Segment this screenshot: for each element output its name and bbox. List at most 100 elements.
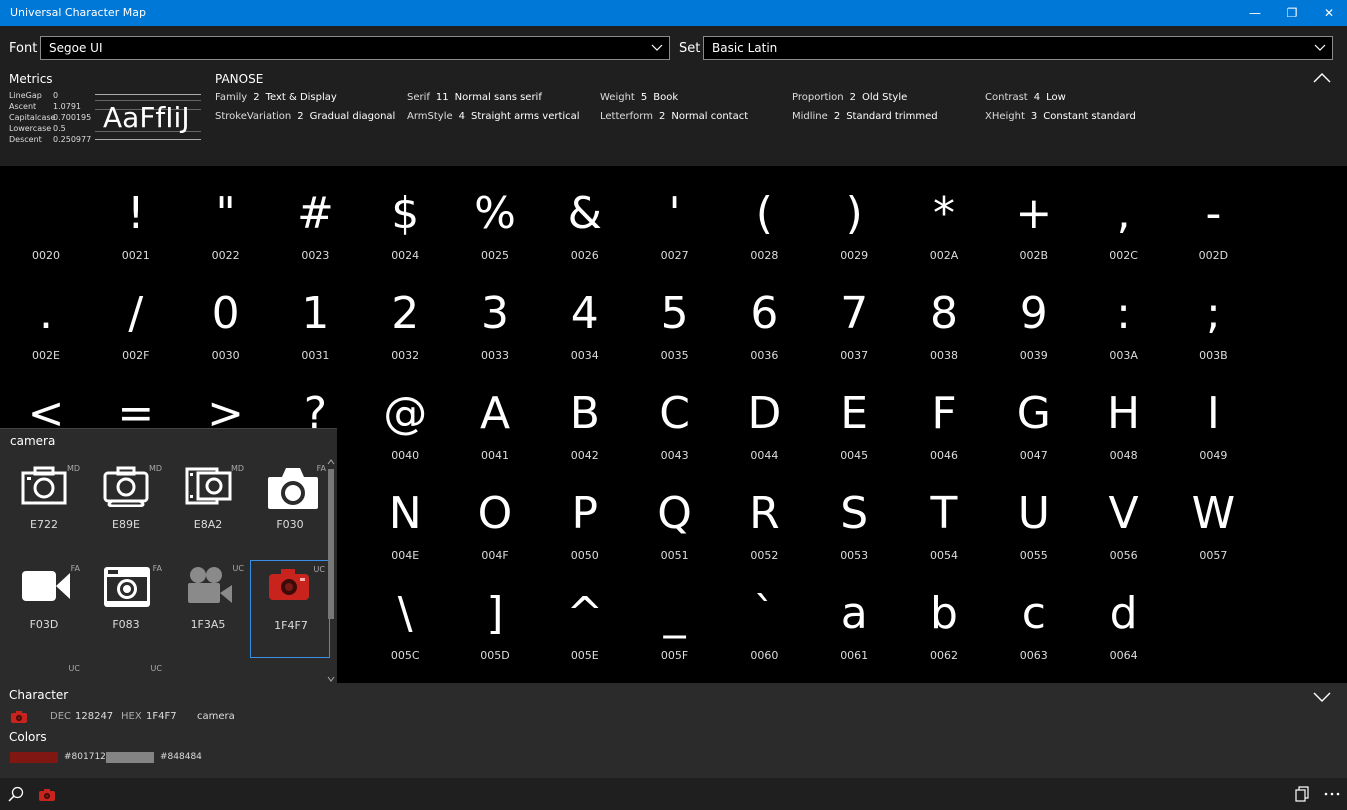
char-cell[interactable]: S 0053: [809, 466, 899, 566]
search-result[interactable]: MD E722: [4, 460, 84, 558]
char-cell[interactable]: - 002D: [1168, 166, 1258, 266]
char-glyph: c: [1021, 588, 1046, 639]
char-cell[interactable]: 3 0033: [450, 266, 540, 366]
char-cell[interactable]: G 0047: [989, 366, 1079, 466]
panose-item: Midline 2 Standard trimmed: [792, 111, 938, 122]
char-code: 0060: [750, 649, 779, 662]
result-source-tag: UC: [150, 664, 162, 673]
more-icon[interactable]: [1324, 792, 1340, 796]
font-dropdown[interactable]: Segoe UI: [40, 36, 670, 60]
char-cell[interactable]: D 0044: [719, 366, 809, 466]
char-cell[interactable]: T 0054: [899, 466, 989, 566]
char-cell[interactable]: E 0045: [809, 366, 899, 466]
scrollbar-thumb[interactable]: [328, 469, 334, 619]
char-cell[interactable]: % 0025: [450, 166, 540, 266]
search-result[interactable]: UC 1F3A5: [168, 560, 248, 658]
camera-emoji-icon[interactable]: [38, 788, 56, 802]
char-cell[interactable]: \ 005C: [360, 566, 450, 666]
search-result[interactable]: FA F03D: [4, 560, 84, 658]
search-result[interactable]: MD E89E: [86, 460, 166, 558]
char-cell[interactable]: ] 005D: [450, 566, 540, 666]
char-cell[interactable]: @0040: [360, 366, 450, 466]
color-hex: #801712: [64, 752, 106, 762]
char-cell[interactable]: W 0057: [1168, 466, 1258, 566]
char-cell[interactable]: ` 0060: [719, 566, 809, 666]
results-scrollbar[interactable]: [326, 459, 335, 684]
char-cell[interactable]: ) 0029: [809, 166, 899, 266]
char-glyph: $: [391, 188, 420, 239]
char-cell[interactable]: (0028: [719, 166, 809, 266]
copy-icon[interactable]: [1294, 786, 1310, 802]
search-result[interactable]: MD E8A2: [168, 460, 248, 558]
char-cell[interactable]: R 0052: [719, 466, 809, 566]
char-cell[interactable]: , 002C: [1079, 166, 1169, 266]
char-cell[interactable]: $0024: [360, 166, 450, 266]
char-glyph: -: [1205, 188, 1222, 239]
char-cell[interactable]: * 002A: [899, 166, 989, 266]
restore-button[interactable]: ❐: [1274, 0, 1310, 26]
char-glyph: 1: [301, 288, 330, 339]
char-cell[interactable]: O 004F: [450, 466, 540, 566]
color-swatch: [106, 752, 154, 763]
char-cell[interactable]: a 0061: [809, 566, 899, 666]
scroll-down-icon[interactable]: [327, 676, 335, 682]
result-source-tag: UC: [313, 565, 325, 574]
char-cell[interactable]: F 0046: [899, 366, 989, 466]
char-cell[interactable]: b 0062: [899, 566, 989, 666]
char-glyph: V: [1108, 488, 1139, 539]
char-cell[interactable]: : 003A: [1079, 266, 1169, 366]
char-cell[interactable]: 8 0038: [899, 266, 989, 366]
char-cell[interactable]: N 004E: [360, 466, 450, 566]
char-cell[interactable]: ^ 005E: [540, 566, 630, 666]
char-cell[interactable]: & 0026: [540, 166, 630, 266]
char-cell[interactable]: #0023: [270, 166, 360, 266]
char-cell[interactable]: 9 0039: [989, 266, 1079, 366]
char-cell[interactable]: 7 0037: [809, 266, 899, 366]
search-result[interactable]: UC 1F4F7: [250, 560, 330, 658]
char-cell[interactable]: 2 0032: [360, 266, 450, 366]
char-cell[interactable]: 0 0030: [181, 266, 271, 366]
char-cell[interactable]: d 0064: [1079, 566, 1169, 666]
char-cell[interactable]: ! 0021: [91, 166, 181, 266]
char-cell[interactable]: U 0055: [989, 466, 1079, 566]
char-cell[interactable]: P 0050: [540, 466, 630, 566]
char-cell[interactable]: H 0048: [1079, 366, 1169, 466]
char-cell[interactable]: 4 0034: [540, 266, 630, 366]
search-result[interactable]: FA F083: [86, 560, 166, 658]
colors-title: Colors: [9, 730, 47, 744]
char-code: 0046: [930, 449, 958, 462]
char-cell[interactable]: 5 0035: [630, 266, 720, 366]
char-code: 0054: [930, 549, 958, 562]
char-cell[interactable]: C 0043: [630, 366, 720, 466]
char-code: 0034: [570, 349, 599, 362]
set-dropdown[interactable]: Basic Latin: [703, 36, 1333, 60]
char-cell[interactable]: _ 005F: [630, 566, 720, 666]
scroll-up-icon[interactable]: [327, 459, 335, 465]
search-icon[interactable]: [8, 786, 24, 802]
char-cell[interactable]: / 002F: [91, 266, 181, 366]
char-cell[interactable]: c 0063: [989, 566, 1079, 666]
char-glyph: H: [1107, 388, 1141, 439]
chevron-up-icon[interactable]: [1313, 72, 1331, 84]
char-cell[interactable]: +002B: [989, 166, 1079, 266]
char-glyph: P: [571, 488, 599, 539]
close-button[interactable]: ✕: [1311, 0, 1347, 26]
char-glyph: &: [567, 188, 602, 239]
char-cell[interactable]: 1 0031: [270, 266, 360, 366]
char-cell[interactable]: 6 0036: [719, 266, 809, 366]
char-cell[interactable]: 0020: [1, 166, 91, 266]
char-cell[interactable]: " 0022: [181, 166, 271, 266]
char-cell[interactable]: ' 0027: [630, 166, 720, 266]
chevron-down-icon[interactable]: [1313, 691, 1331, 703]
search-result[interactable]: FA F030: [250, 460, 330, 558]
font-label: Font: [9, 41, 38, 56]
char-cell[interactable]: Q 0051: [630, 466, 720, 566]
char-cell[interactable]: B 0042: [540, 366, 630, 466]
minimize-button[interactable]: —: [1237, 0, 1273, 26]
char-cell[interactable]: ; 003B: [1168, 266, 1258, 366]
char-cell[interactable]: A 0041: [450, 366, 540, 466]
char-cell[interactable]: I 0049: [1168, 366, 1258, 466]
char-cell[interactable]: V 0056: [1079, 466, 1169, 566]
char-glyph: W: [1191, 488, 1236, 539]
char-cell[interactable]: . 002E: [1, 266, 91, 366]
